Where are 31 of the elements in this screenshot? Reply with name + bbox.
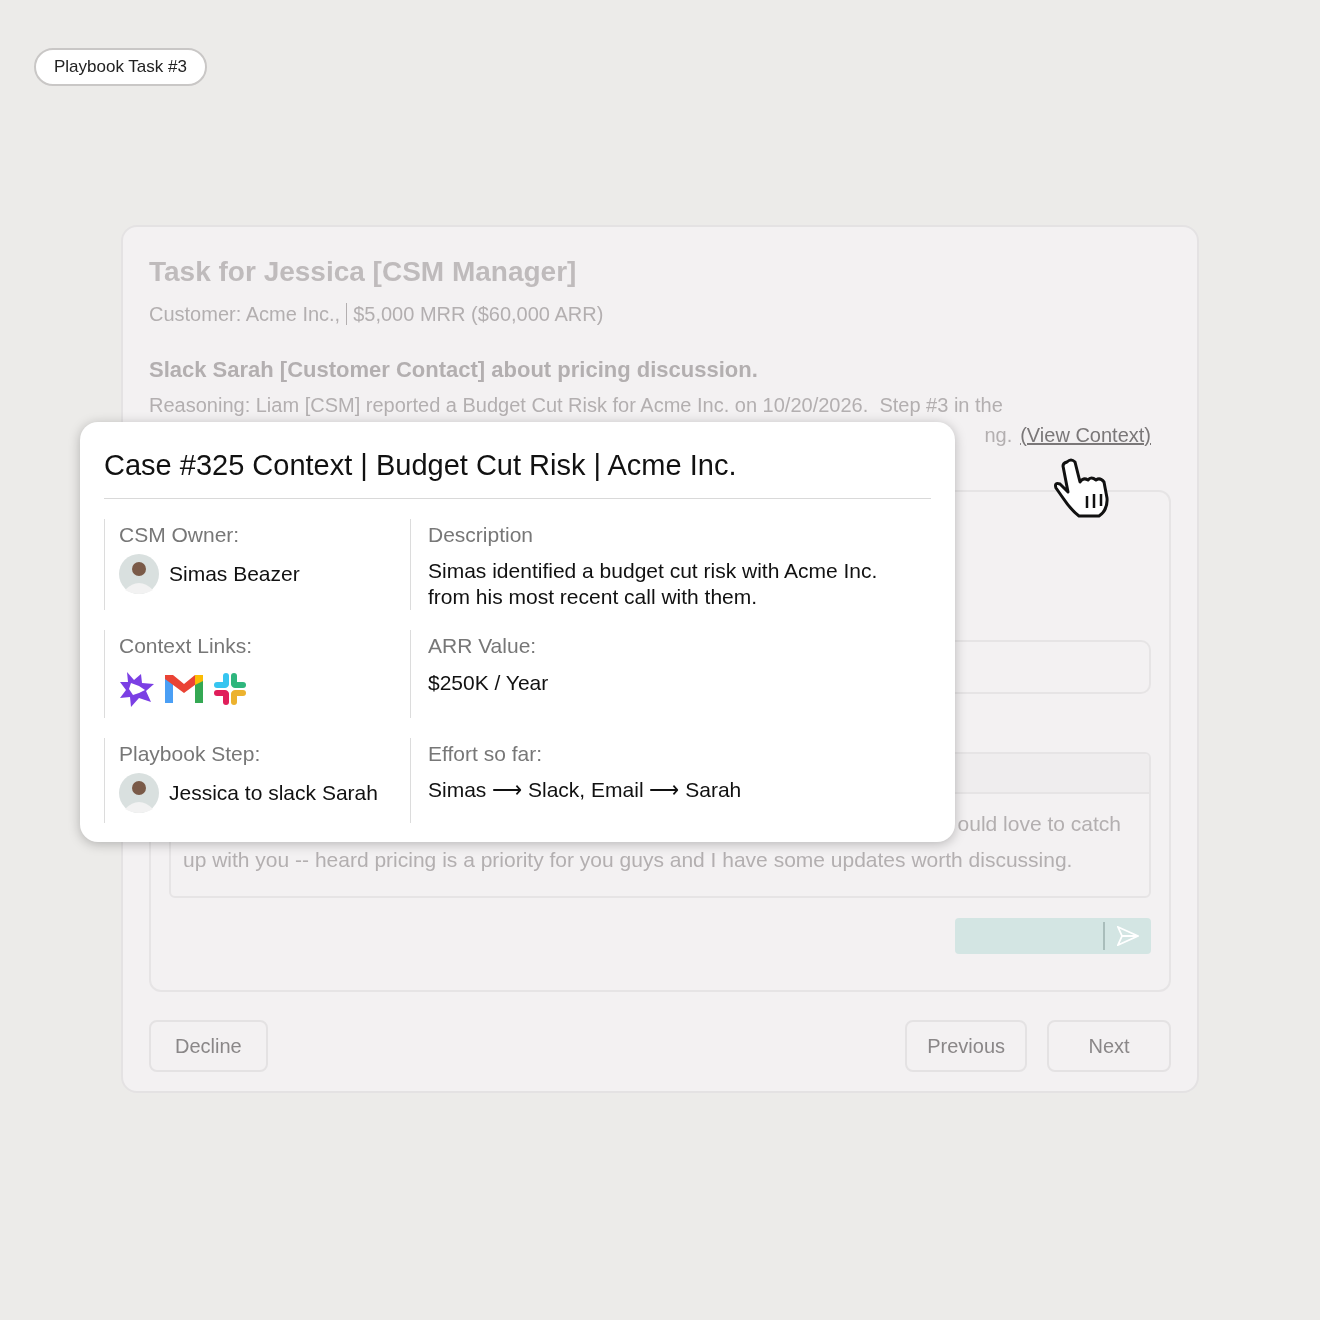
field-label: Context Links: [119,633,254,659]
field-label: CSM Owner: [119,521,241,548]
send-icon [1117,926,1139,946]
field-value: Simas Beazer [169,561,300,588]
avatar [119,554,159,594]
avatar [119,773,159,813]
field-value: $250K / Year [428,669,550,696]
send-button[interactable] [955,918,1151,954]
reasoning-text: Reasoning: Liam [CSM] reported a Budget Cut Risk for Acme Inc. on 10/20/2026. Step #3 in the [149,393,1004,418]
next-button[interactable]: Next [1047,1020,1171,1072]
revenue-text: $5,000 MRR ($60,000 ARR) [353,302,604,327]
decline-button[interactable]: Decline [149,1020,268,1072]
field-label: Effort so far: [428,740,543,767]
hand-cursor-icon [1053,458,1111,518]
popup-title: Case #325 Context | Budget Cut Risk | Acme Inc. [104,444,931,499]
message-text: up with you -- heard pricing is a priority for you guys and I have some updates worth discussing. [183,847,1074,873]
field-label: ARR Value: [428,633,538,659]
view-context-link[interactable]: (View Context) [1020,420,1151,450]
mail-icon [165,674,203,703]
reasoning-text: ng. [984,423,1013,448]
field-label: Description [428,521,535,548]
field-value: Jessica to slack Sarah [169,780,378,807]
field-value: Simas identified a budget cut risk with Acme Inc. from his most recent call with them. [428,558,879,610]
field-label: Playbook Step: [119,740,262,767]
field-value: Simas ⟶ Slack, Email ⟶ Sarah [428,777,743,803]
message-text: ould love to catch [957,811,1121,837]
task-badge: Playbook Task #3 [34,48,207,86]
customer-text: Customer: Acme Inc., [149,302,341,327]
action-text: Slack Sarah [Customer Contact] about pricing discussion. [149,356,759,384]
previous-button[interactable]: Previous [905,1020,1027,1072]
hash-icon [213,671,247,706]
